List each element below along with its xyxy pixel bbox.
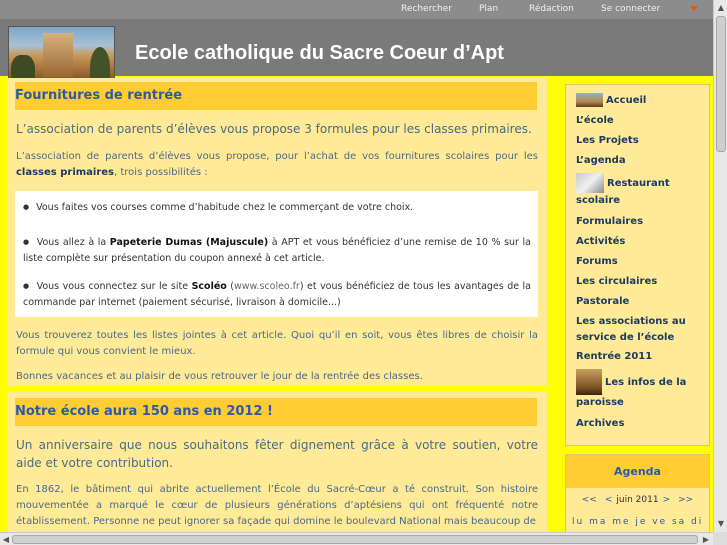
vertical-scroll-thumb[interactable] xyxy=(716,16,726,152)
article-intro: L’association de parents d’élèves vous p… xyxy=(16,151,538,178)
intro-bold: classes primaires xyxy=(16,167,115,178)
options-list: Vous faites vos courses comme d’habitude… xyxy=(15,191,538,317)
sidebar-item-pastorale[interactable]: Pastorale xyxy=(576,294,706,310)
papeterie-link[interactable]: Papeterie Dumas (Majuscule) xyxy=(110,237,268,248)
next-month-button[interactable]: > xyxy=(663,495,671,505)
sidebar-item-paroisse[interactable]: Les infos de la paroisse xyxy=(576,369,706,411)
horizontal-scroll-thumb[interactable] xyxy=(12,535,698,544)
article-header: Notre école aura 150 ans en 2012 ! xyxy=(15,398,537,426)
sidebar-item-restaurant[interactable]: Restaurant scolaire xyxy=(576,173,706,209)
sidebar-item-forums[interactable]: Forums xyxy=(576,254,706,270)
next-year-button[interactable]: >> xyxy=(678,495,693,505)
agenda-month-nav: << < juin 2011 > >> xyxy=(566,495,709,505)
sidebar-item-circulaires[interactable]: Les circulaires xyxy=(576,274,706,290)
sidebar-item-agenda[interactable]: L’agenda xyxy=(576,153,706,169)
login-link[interactable]: Se connecter xyxy=(601,4,660,14)
article-paragraph: Vous trouverez toutes les listes jointes… xyxy=(16,330,538,357)
scoleo-url-link[interactable]: www.scoleo.fr xyxy=(234,281,300,292)
scroll-right-arrow-icon[interactable]: ▶ xyxy=(701,533,711,545)
main-content: Fournitures de rentrée L’association de … xyxy=(7,78,547,545)
editorial-link[interactable]: Rédaction xyxy=(529,4,574,14)
vertical-scrollbar[interactable]: ▲ ▼ xyxy=(713,0,727,532)
article-title[interactable]: Notre école aura 150 ans en 2012 ! xyxy=(15,404,273,419)
prev-month-button[interactable]: < xyxy=(605,495,613,505)
article-header: Fournitures de rentrée xyxy=(15,82,537,110)
article-paragraph: En 1862, le bâtiment qui abrite actuelle… xyxy=(16,484,538,527)
article-title[interactable]: Fournitures de rentrée xyxy=(15,88,182,103)
sidebar-item-associations[interactable]: Les associations au service de l’école xyxy=(576,314,706,346)
agenda-month-label: juin 2011 xyxy=(616,495,659,505)
article-lead: L’association de parents d’élèves vous p… xyxy=(16,122,532,136)
list-item: Vous vous connectez sur le site Scoléo (… xyxy=(23,279,531,311)
sidebar-nav: Accueil L’école Les Projets L’agenda Res… xyxy=(565,84,710,446)
prev-year-button[interactable]: << xyxy=(582,495,597,505)
horizontal-scrollbar[interactable]: ◀ ▶ xyxy=(0,532,713,545)
article-separator xyxy=(7,386,547,392)
restaurant-thumbnail-icon xyxy=(576,173,604,193)
paroisse-thumbnail-icon xyxy=(576,369,602,395)
photo-building xyxy=(43,33,73,77)
site-title[interactable]: Ecole catholique du Sacre Coeur d’Apt xyxy=(135,42,504,65)
list-item: Vous faites vos courses comme d’habitude… xyxy=(23,200,531,216)
scrollbar-corner xyxy=(713,532,727,545)
sidebar-item-rentree[interactable]: Rentrée 2011 xyxy=(576,349,706,365)
article-paragraph: Bonnes vacances et au plaisir de vous re… xyxy=(16,371,423,382)
search-link[interactable]: Rechercher xyxy=(401,4,452,14)
list-item: Vous allez à la Papeterie Dumas (Majuscu… xyxy=(23,235,531,267)
sidebar-item-archives[interactable]: Archives xyxy=(576,416,706,432)
sidebar-item-accueil[interactable]: Accueil xyxy=(576,93,706,109)
top-bar: Rechercher Plan Rédaction Se connecter xyxy=(0,0,713,19)
scroll-up-arrow-icon[interactable]: ▲ xyxy=(716,2,726,14)
home-thumbnail-icon xyxy=(576,93,603,107)
article-lead: Un anniversaire que nous souhaitons fête… xyxy=(16,438,538,470)
dropdown-arrow-icon[interactable] xyxy=(690,6,698,11)
sidebar-item-activites[interactable]: Activités xyxy=(576,234,706,250)
scoleo-name: Scoléo xyxy=(191,281,227,292)
sidebar-item-formulaires[interactable]: Formulaires xyxy=(576,214,706,230)
agenda-weekdays: lu ma me je ve sa di xyxy=(572,517,704,527)
sitemap-link[interactable]: Plan xyxy=(479,4,498,14)
scroll-left-arrow-icon[interactable]: ◀ xyxy=(1,533,11,545)
sidebar-item-projets[interactable]: Les Projets xyxy=(576,133,706,149)
scroll-down-arrow-icon[interactable]: ▼ xyxy=(716,518,726,530)
agenda-title: Agenda xyxy=(566,455,709,488)
sidebar-item-ecole[interactable]: L’école xyxy=(576,113,706,129)
